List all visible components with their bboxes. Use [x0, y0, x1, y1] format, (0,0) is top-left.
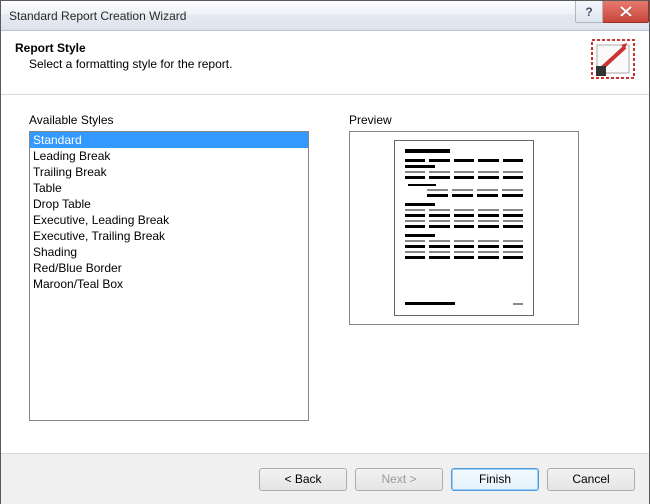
header-text: Report Style Select a formatting style f…	[15, 41, 232, 71]
style-option[interactable]: Executive, Leading Break	[30, 212, 308, 228]
next-button: Next >	[355, 468, 443, 491]
preview-page	[394, 140, 534, 316]
style-option[interactable]: Standard	[30, 132, 308, 148]
style-option[interactable]: Drop Table	[30, 196, 308, 212]
style-option[interactable]: Executive, Trailing Break	[30, 228, 308, 244]
wizard-footer: < Back Next > Finish Cancel	[1, 454, 649, 504]
help-button[interactable]: ?	[575, 1, 603, 23]
titlebar-buttons: ?	[575, 1, 649, 23]
styles-column: Available Styles StandardLeading BreakTr…	[29, 113, 309, 443]
window-title: Standard Report Creation Wizard	[9, 9, 186, 23]
style-option[interactable]: Leading Break	[30, 148, 308, 164]
style-option[interactable]: Maroon/Teal Box	[30, 276, 308, 292]
preview-label: Preview	[349, 113, 621, 127]
available-styles-label: Available Styles	[29, 113, 309, 127]
wizard-body: Available Styles StandardLeading BreakTr…	[1, 95, 649, 453]
style-option[interactable]: Trailing Break	[30, 164, 308, 180]
wizard-icon	[591, 39, 635, 79]
style-option[interactable]: Table	[30, 180, 308, 196]
close-icon	[620, 6, 632, 17]
page-subtitle: Select a formatting style for the report…	[29, 57, 232, 71]
cancel-button[interactable]: Cancel	[547, 468, 635, 491]
page-title: Report Style	[15, 41, 232, 55]
style-option[interactable]: Red/Blue Border	[30, 260, 308, 276]
styles-listbox[interactable]: StandardLeading BreakTrailing BreakTable…	[29, 131, 309, 421]
preview-box	[349, 131, 579, 325]
back-button[interactable]: < Back	[259, 468, 347, 491]
finish-button[interactable]: Finish	[451, 468, 539, 491]
style-option[interactable]: Shading	[30, 244, 308, 260]
close-button[interactable]	[603, 1, 649, 23]
title-bar: Standard Report Creation Wizard ?	[1, 1, 649, 31]
preview-column: Preview	[349, 113, 621, 443]
wizard-header: Report Style Select a formatting style f…	[1, 31, 649, 95]
